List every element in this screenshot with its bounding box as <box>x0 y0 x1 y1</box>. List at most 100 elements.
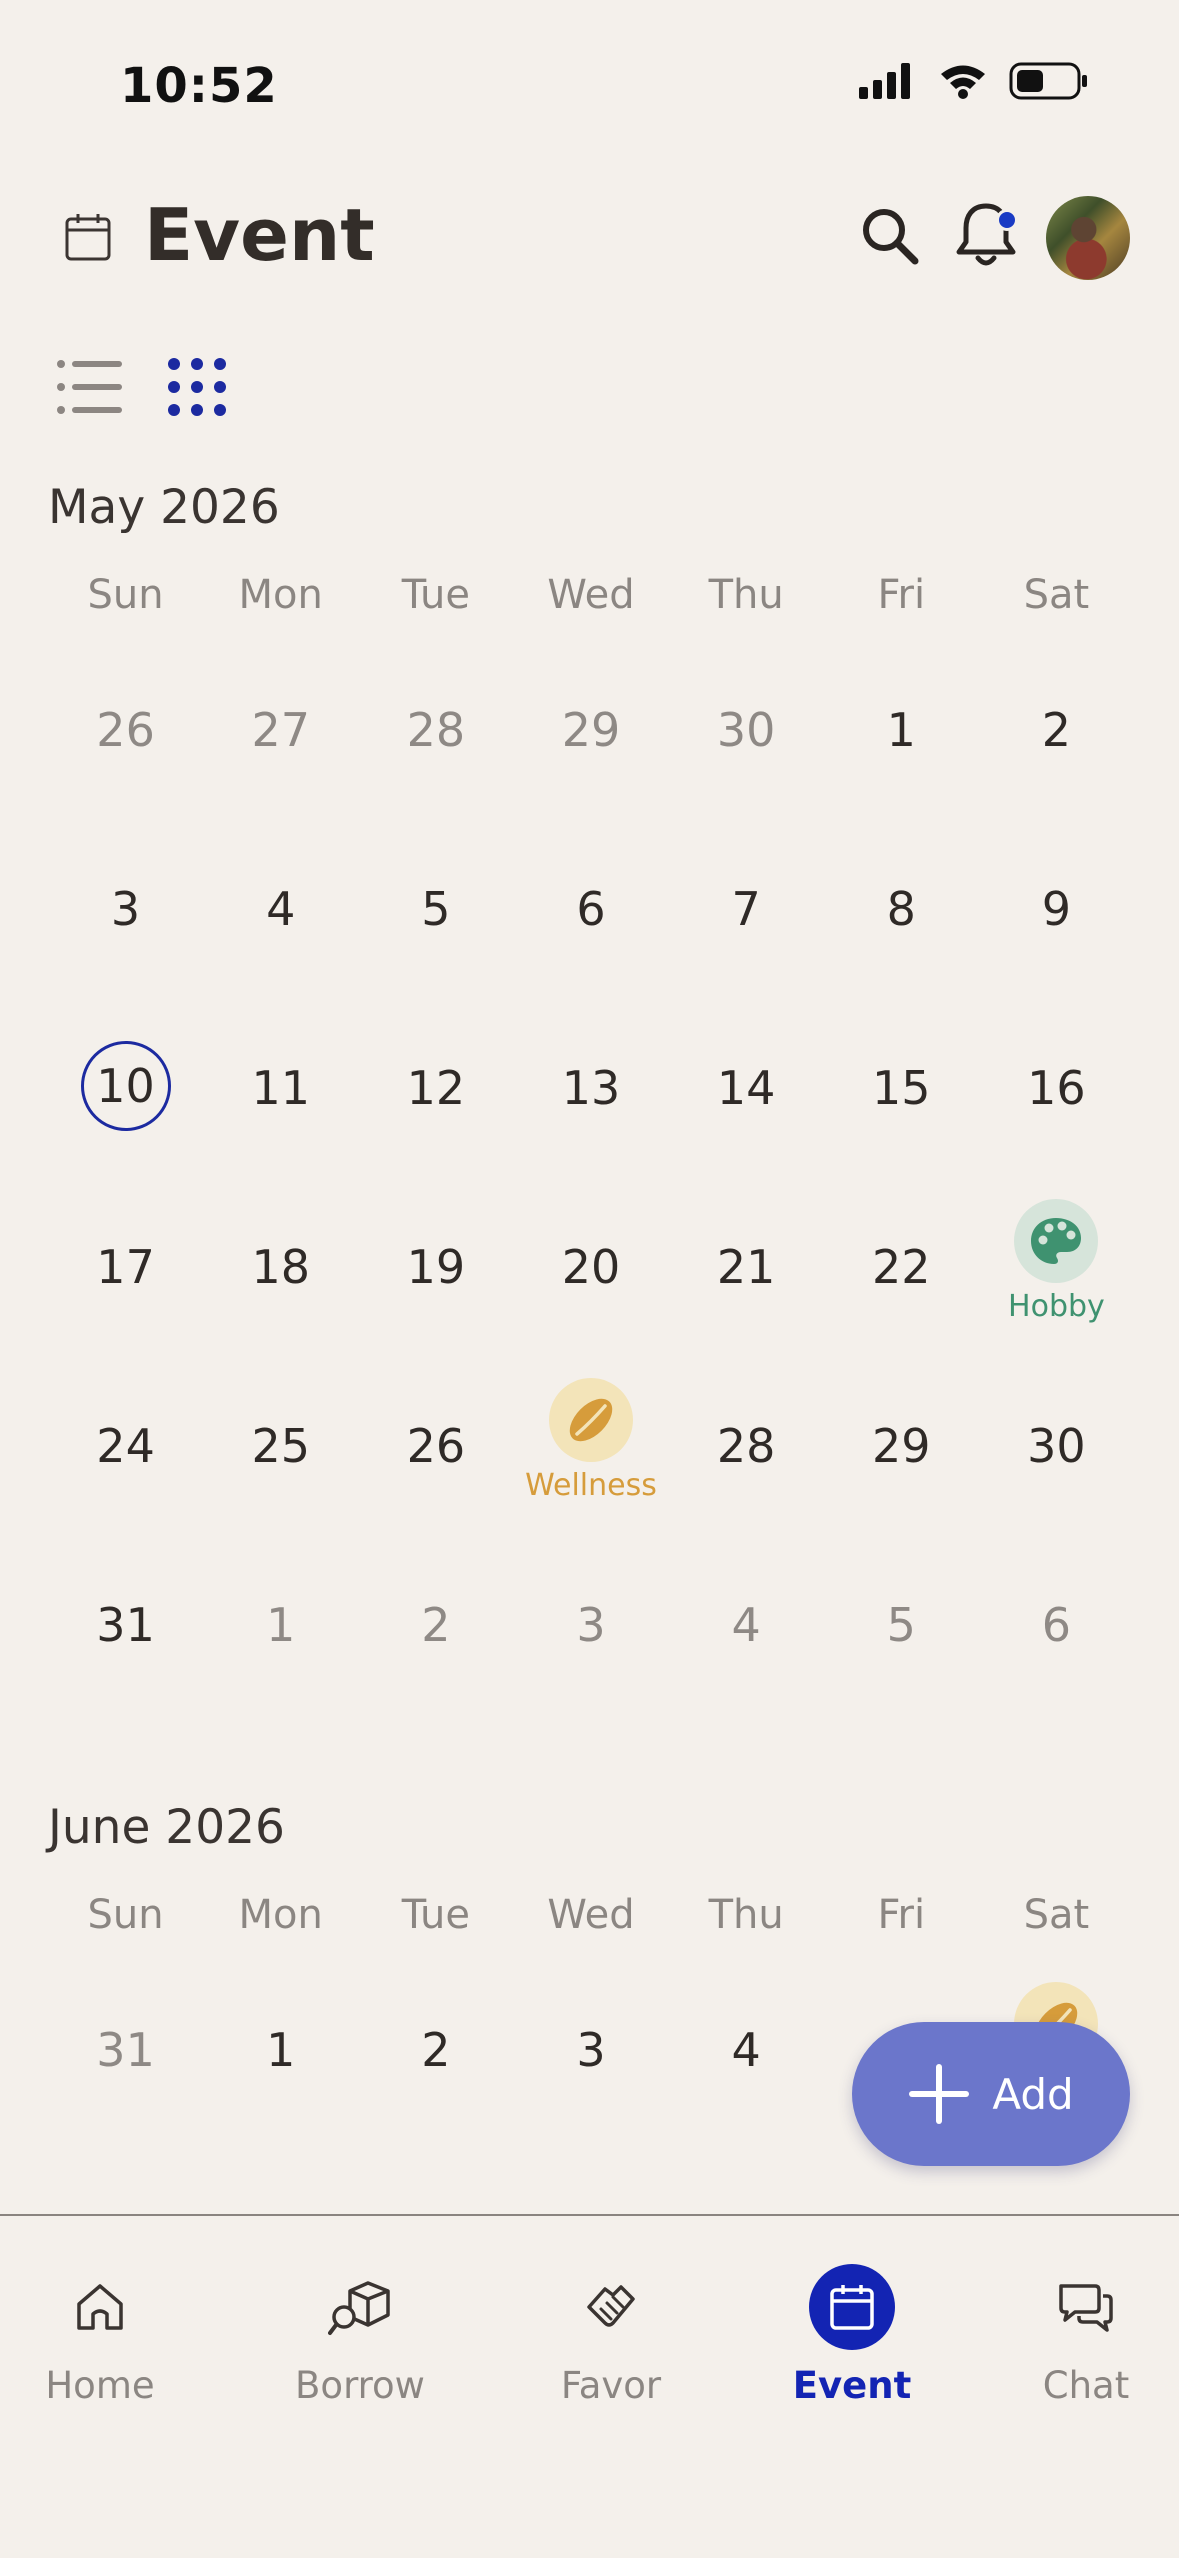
page-title: Event <box>144 193 375 277</box>
day-cell-event-hobby[interactable]: Hobby <box>979 1199 1134 1416</box>
day-cell[interactable]: 9 <box>979 879 1134 1058</box>
day-cell[interactable]: 6 <box>513 879 668 1058</box>
day-cell[interactable]: 12 <box>358 1058 513 1237</box>
day-number: 4 <box>731 1598 761 1652</box>
weekday-mon: Mon <box>238 1892 323 1938</box>
weekday-sun: Sun <box>87 572 164 618</box>
day-cell[interactable]: 26 <box>358 1416 513 1595</box>
list-view-icon[interactable] <box>56 358 124 416</box>
day-cell[interactable]: 30 <box>979 1416 1134 1595</box>
day-number: 21 <box>716 1240 776 1294</box>
day-cell[interactable]: 31 <box>48 2020 203 2199</box>
grid-view-icon[interactable] <box>166 356 228 418</box>
day-cell[interactable]: 26 <box>48 700 203 879</box>
day-cell[interactable]: 22 <box>824 1237 979 1416</box>
day-cell[interactable]: 3 <box>48 879 203 1058</box>
nav-label: Borrow <box>295 2364 425 2407</box>
calendar-icon <box>65 214 111 261</box>
day-number: 27 <box>251 703 310 757</box>
battery-icon <box>1009 62 1087 100</box>
day-number: 6 <box>576 882 606 936</box>
weekday-mon: Mon <box>238 572 323 618</box>
home-icon <box>77 2284 123 2330</box>
day-number: 5 <box>421 882 451 936</box>
week-row: 24 25 26 Wellness 28 29 30 <box>48 1378 1134 1595</box>
day-number: 5 <box>886 1598 916 1652</box>
nav-favor[interactable]: Favor <box>501 2264 721 2407</box>
day-cell[interactable]: 19 <box>358 1237 513 1416</box>
day-cell[interactable]: 18 <box>203 1237 358 1416</box>
day-number: 28 <box>716 1419 776 1473</box>
day-cell[interactable]: 28 <box>669 1416 824 1595</box>
week-row: 26 27 28 29 30 1 2 <box>48 700 1134 879</box>
day-number: 1 <box>266 1598 296 1652</box>
wifi-icon <box>941 65 985 99</box>
nav-label: Favor <box>560 2364 662 2407</box>
day-cell[interactable]: 4 <box>669 2020 824 2199</box>
day-cell[interactable]: 4 <box>203 879 358 1058</box>
day-cell[interactable]: 2 <box>358 2020 513 2199</box>
avatar[interactable] <box>1046 196 1130 280</box>
day-number: 10 <box>80 1041 171 1131</box>
day-number: 3 <box>576 2023 606 2077</box>
day-number: 12 <box>406 1061 466 1115</box>
day-cell[interactable]: 27 <box>203 700 358 879</box>
weekday-sat: Sat <box>1023 572 1090 618</box>
day-cell[interactable]: 1 <box>203 2020 358 2199</box>
weekday-tue: Tue <box>401 572 471 618</box>
nav-event[interactable]: Event <box>742 2264 962 2407</box>
weekday-wed: Wed <box>547 1892 635 1938</box>
event-badge: Hobby <box>1008 1199 1105 1416</box>
day-cell[interactable]: 4 <box>669 1595 824 1774</box>
add-button[interactable]: Add <box>852 2022 1130 2166</box>
bottom-nav: Home Borrow Favor Event Chat <box>0 2214 1179 2558</box>
day-cell[interactable]: 28 <box>358 700 513 879</box>
day-cell[interactable]: 7 <box>669 879 824 1058</box>
weekday-sun: Sun <box>87 1892 164 1938</box>
day-cell[interactable]: 15 <box>824 1058 979 1237</box>
plus-icon <box>909 2064 970 2124</box>
day-cell[interactable]: 17 <box>48 1237 203 1416</box>
day-cell[interactable]: 5 <box>358 879 513 1058</box>
event-label: Wellness <box>525 1468 657 1503</box>
day-cell[interactable]: 6 <box>979 1595 1134 1774</box>
nav-home[interactable]: Home <box>0 2264 210 2407</box>
day-cell[interactable]: 1 <box>824 700 979 879</box>
search-icon[interactable] <box>858 204 922 268</box>
day-cell[interactable]: 5 <box>824 1595 979 1774</box>
day-cell[interactable]: 25 <box>203 1416 358 1595</box>
day-cell[interactable]: 29 <box>824 1416 979 1595</box>
event-label: Hobby <box>1008 1289 1105 1324</box>
day-cell[interactable]: 13 <box>513 1058 668 1237</box>
day-cell[interactable]: 29 <box>513 700 668 879</box>
week-row: 31 1 2 3 4 5 6 <box>48 1595 1134 1774</box>
day-cell[interactable]: 3 <box>513 2020 668 2199</box>
day-cell[interactable]: 2 <box>979 700 1134 879</box>
leaf-icon <box>569 1398 613 1442</box>
day-cell-today[interactable]: 10 <box>48 1041 203 1237</box>
day-number: 2 <box>421 2023 451 2077</box>
day-cell[interactable]: 21 <box>669 1237 824 1416</box>
box-search-icon <box>328 2281 390 2335</box>
day-cell[interactable]: 31 <box>48 1595 203 1774</box>
day-cell[interactable]: 2 <box>358 1595 513 1774</box>
day-cell[interactable]: 8 <box>824 879 979 1058</box>
day-number: 18 <box>251 1240 310 1294</box>
day-cell[interactable]: 30 <box>669 700 824 879</box>
week-row: 3 4 5 6 7 8 9 <box>48 879 1134 1058</box>
day-number: 2 <box>1041 703 1072 757</box>
nav-borrow[interactable]: Borrow <box>250 2264 470 2407</box>
day-number: 24 <box>96 1419 155 1473</box>
day-cell[interactable]: 1 <box>203 1595 358 1774</box>
nav-chat[interactable]: Chat <box>976 2264 1179 2407</box>
day-cell[interactable]: 11 <box>203 1058 358 1237</box>
day-cell[interactable]: 14 <box>669 1058 824 1237</box>
weekday-fri: Fri <box>877 572 926 618</box>
day-cell-event-wellness[interactable]: Wellness <box>513 1378 668 1595</box>
day-number: 2 <box>421 1598 451 1652</box>
day-number: 31 <box>96 1598 155 1652</box>
day-cell[interactable]: 24 <box>48 1416 203 1595</box>
weekday-sat: Sat <box>1023 1892 1090 1938</box>
calendar-icon <box>830 2285 874 2330</box>
day-cell[interactable]: 3 <box>513 1595 668 1774</box>
